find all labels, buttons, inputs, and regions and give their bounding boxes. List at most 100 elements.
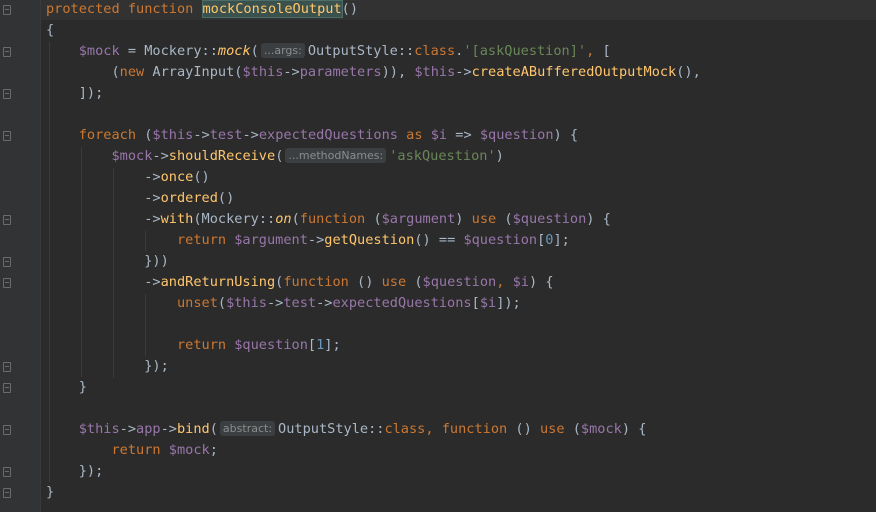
code-line[interactable] [46, 105, 701, 126]
code-token: getQuestion [324, 232, 415, 248]
code-token: ( [111, 64, 120, 80]
code-line[interactable]: foreach ($this->test->expectedQuestions … [46, 126, 701, 147]
fold-icon[interactable] [3, 5, 11, 15]
code-line[interactable]: })) [46, 252, 701, 273]
code-token: $this [152, 127, 194, 143]
code-editor[interactable]: protected function mockConsoleOutput(){ … [0, 0, 876, 512]
fold-icon[interactable] [3, 362, 11, 372]
code-token: OutputStyle [307, 43, 398, 59]
code-line[interactable]: protected function mockConsoleOutput() [46, 0, 701, 21]
fold-icon[interactable] [3, 467, 11, 477]
code-line[interactable]: ]); [46, 84, 701, 105]
code-token: Mockery [144, 43, 202, 59]
code-token: -> [160, 421, 177, 437]
code-token: () [515, 421, 540, 437]
code-token: unset [176, 295, 218, 311]
code-token: () [357, 274, 382, 290]
code-token: :: [258, 211, 276, 227]
code-token: -> [455, 64, 472, 80]
code-line[interactable]: $mock->shouldReceive(...methodNames:'ask… [46, 147, 701, 168]
code-token: $question [422, 274, 497, 290]
code-token: -> [144, 211, 161, 227]
code-token: -> [193, 127, 210, 143]
code-token: as [397, 127, 431, 143]
code-token: => [447, 127, 480, 143]
code-line[interactable] [46, 399, 701, 420]
fold-icon[interactable] [3, 215, 11, 225]
code-line[interactable]: } [46, 378, 701, 399]
code-token: $question [512, 211, 587, 227]
code-token: [ [307, 337, 317, 353]
code-token: ) { [528, 274, 554, 290]
code-token: '[askQuestion]' [463, 43, 587, 59]
code-token: } [46, 484, 55, 500]
code-area[interactable]: protected function mockConsoleOutput(){ … [46, 0, 701, 504]
fold-icon[interactable] [3, 383, 11, 393]
code-token: -> [283, 64, 300, 80]
code-token: $i [430, 127, 448, 143]
code-token: , [586, 43, 603, 59]
code-line[interactable]: ->once() [46, 168, 701, 189]
code-token: shouldReceive [168, 148, 276, 164]
code-token: $i [512, 274, 529, 290]
code-token: ]); [496, 295, 521, 311]
code-token: function [283, 274, 358, 290]
code-line[interactable]: ->with(Mockery::on(function ($argument) … [46, 210, 701, 231]
code-line[interactable]: (new ArrayInput($this->parameters)), $th… [46, 63, 700, 84]
code-token: { [46, 22, 55, 38]
code-token: , [496, 274, 513, 290]
code-token: protected function [46, 1, 202, 17]
code-line[interactable] [46, 315, 701, 336]
code-line[interactable]: return $question[1]; [46, 336, 701, 357]
editor-gutter[interactable] [0, 0, 41, 512]
fold-icon[interactable] [3, 488, 11, 498]
code-token: -> [144, 274, 161, 290]
code-token: $question [234, 337, 308, 353]
fold-icon[interactable] [3, 278, 11, 288]
code-token: $mock [168, 442, 210, 458]
code-token: -> [144, 190, 161, 206]
code-token: ( [275, 148, 284, 164]
code-token: with [160, 211, 194, 227]
code-token: $i [479, 295, 497, 311]
code-token: use [471, 211, 505, 227]
code-token: return [176, 337, 235, 353]
code-token: -> [152, 148, 169, 164]
code-line[interactable]: return $mock; [46, 441, 701, 462]
code-line[interactable]: }); [46, 357, 701, 378]
code-token: ]; [553, 232, 570, 248]
code-token: $this [414, 64, 456, 80]
fold-icon[interactable] [3, 131, 11, 141]
code-line[interactable]: $this->app->bind(abstract: OutputStyle::c… [46, 420, 701, 441]
fold-icon[interactable] [3, 47, 11, 57]
code-token: $mock [111, 148, 153, 164]
code-token: test [209, 127, 243, 143]
code-line[interactable]: $mock = Mockery::mock(...args: OutputStyl… [46, 42, 701, 63]
code-line[interactable]: unset($this->test->expectedQuestions[$i]… [46, 294, 701, 315]
code-token: return [176, 232, 235, 248]
code-token: () [217, 190, 235, 206]
fold-icon[interactable] [3, 425, 11, 435]
code-line[interactable]: ->ordered() [46, 189, 701, 210]
code-token: }); [144, 358, 169, 374]
fold-icon[interactable] [3, 257, 11, 267]
code-token: ( [291, 211, 300, 227]
code-token: ( [373, 211, 382, 227]
code-line[interactable]: }); [46, 462, 701, 483]
code-token: ( [209, 421, 218, 437]
code-line[interactable]: { [46, 21, 701, 42]
code-token: test [283, 295, 317, 311]
code-token: class [414, 43, 456, 59]
code-line[interactable]: return $argument->getQuestion() == $ques… [46, 231, 701, 252]
code-line[interactable]: ->andReturnUsing(function () use ($quest… [46, 273, 701, 294]
fold-icon[interactable] [3, 89, 11, 99]
code-line[interactable]: } [46, 483, 701, 504]
